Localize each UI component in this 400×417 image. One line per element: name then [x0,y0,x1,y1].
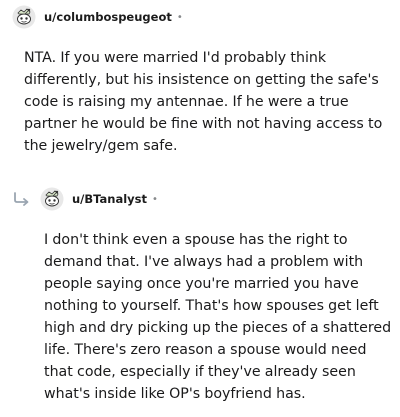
username-link[interactable]: u/BTanalyst [72,192,147,206]
snoo-avatar-icon[interactable] [40,187,64,211]
snoo-avatar-icon[interactable] [12,5,36,29]
separator-dot: • [176,11,183,23]
comment-btanalyst: u/BTanalyst • I don't think even a spous… [12,186,396,405]
separator-dot: • [152,193,158,205]
comment-body: I don't think even a spouse has the righ… [44,232,392,402]
comment-header: u/BTanalyst • [12,186,396,212]
comment-body: NTA. If you were married I'd probably th… [24,50,383,154]
comment-header: u/columbospeugeot • [12,4,396,30]
username-link[interactable]: u/columbospeugeot [44,10,172,24]
reply-arrow-icon [14,192,29,206]
comment-columbospeugeot: u/columbospeugeot • NTA. If you were mar… [12,4,396,157]
